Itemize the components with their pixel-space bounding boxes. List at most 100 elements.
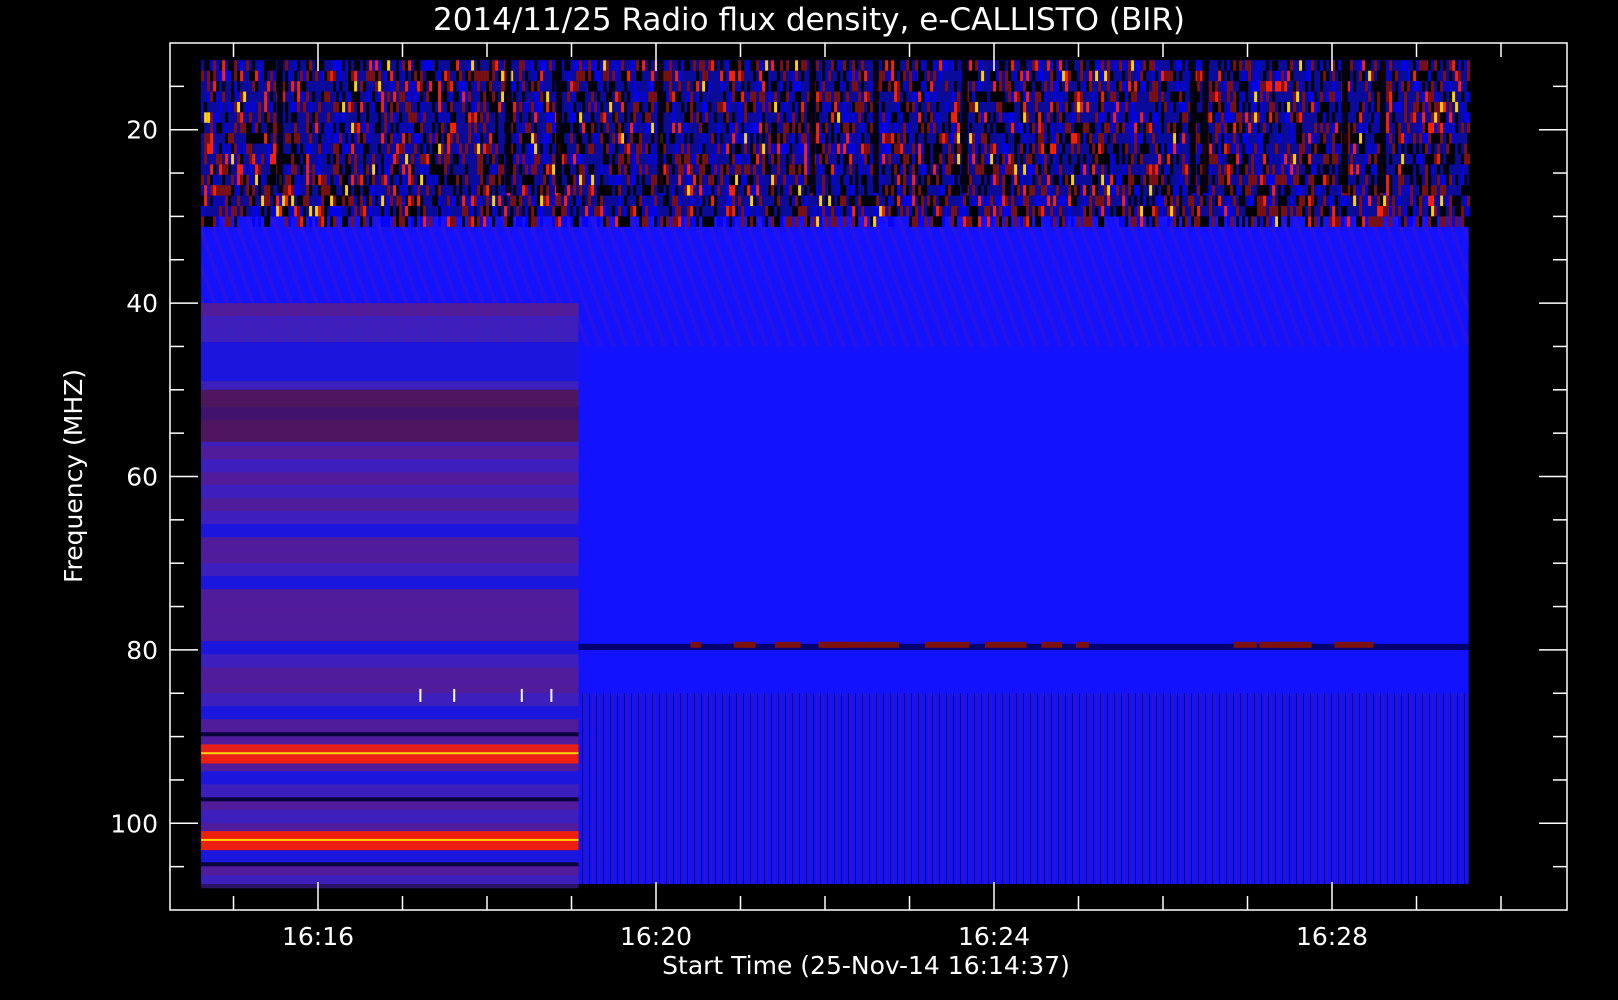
heatmap-cell xyxy=(1155,112,1159,123)
heatmap-cell xyxy=(936,174,940,186)
heatmap-cell xyxy=(648,153,652,165)
heatmap-cell xyxy=(654,205,658,217)
heatmap-cell xyxy=(732,122,736,134)
heatmap-cell xyxy=(1302,60,1306,71)
heatmap-cell xyxy=(957,122,961,134)
heatmap-cell xyxy=(1041,185,1045,196)
heatmap-cell xyxy=(939,205,943,217)
heatmap-cell xyxy=(828,91,832,102)
heatmap-cell xyxy=(771,81,775,92)
heatmap-cell xyxy=(489,70,493,82)
heatmap-cell xyxy=(1056,174,1060,186)
heatmap-cell xyxy=(891,112,895,123)
heatmap-cell xyxy=(396,153,400,165)
heatmap-cell xyxy=(1308,216,1312,227)
heatmap-cell xyxy=(435,185,439,196)
heatmap-cell xyxy=(1128,185,1132,196)
heatmap-cell xyxy=(1098,60,1102,71)
heatmap-cell xyxy=(939,164,943,175)
heatmap-cell xyxy=(1155,143,1159,154)
heatmap-cell xyxy=(750,122,754,134)
heatmap-cell xyxy=(498,101,502,113)
heatmap-cell xyxy=(624,143,628,154)
heatmap-cell xyxy=(1416,101,1420,113)
heatmap-cell xyxy=(1011,81,1015,92)
heatmap-cell xyxy=(1425,60,1429,71)
heatmap-cell xyxy=(615,205,619,217)
heatmap-cell xyxy=(858,91,862,102)
heatmap-cell xyxy=(750,91,754,102)
heatmap-cell xyxy=(1260,143,1264,154)
heatmap-cell xyxy=(1086,164,1090,175)
heatmap-cell xyxy=(945,164,949,175)
heatmap-cell xyxy=(600,81,604,92)
heatmap-cell xyxy=(1311,216,1315,227)
heatmap-cell xyxy=(1218,60,1222,71)
heatmap-cell xyxy=(315,70,319,82)
heatmap-cell xyxy=(882,153,886,165)
heatmap-cell xyxy=(1044,164,1048,175)
heatmap-cell xyxy=(792,122,796,134)
heatmap-cell xyxy=(1419,153,1423,165)
heatmap-cell xyxy=(1395,70,1399,82)
heatmap-cell xyxy=(417,101,421,113)
heatmap-cell xyxy=(219,101,223,113)
heatmap-cell xyxy=(714,143,718,154)
heatmap-cell xyxy=(831,122,835,134)
heatmap-cell xyxy=(1236,91,1240,102)
heatmap-cell xyxy=(831,205,835,217)
heatmap-cell xyxy=(255,174,259,186)
heatmap-cell xyxy=(396,164,400,175)
heatmap-cell xyxy=(240,101,244,113)
heatmap-cell xyxy=(690,195,694,206)
heatmap-cell xyxy=(408,101,412,113)
heatmap-cell xyxy=(666,185,670,196)
heatmap-cell xyxy=(312,174,316,186)
heatmap-cell xyxy=(294,164,298,175)
heatmap-cell xyxy=(768,133,772,144)
heatmap-cell xyxy=(903,195,907,206)
heatmap-cell xyxy=(540,81,544,92)
heatmap-cell xyxy=(267,122,271,134)
heatmap-cell xyxy=(831,60,835,71)
heatmap-cell xyxy=(330,205,334,217)
heatmap-cell xyxy=(837,133,841,144)
heatmap-cell xyxy=(1332,81,1336,92)
heatmap-cell xyxy=(1434,101,1438,113)
heatmap-cell xyxy=(219,185,223,196)
heatmap-cell xyxy=(852,185,856,196)
heatmap-cell xyxy=(954,164,958,175)
heatmap-cell xyxy=(969,153,973,165)
heatmap-cell xyxy=(762,112,766,123)
heatmap-cell xyxy=(897,133,901,144)
heatmap-cell xyxy=(1038,174,1042,186)
x-tick-label: 16:24 xyxy=(958,922,1030,951)
heatmap-cell xyxy=(930,216,934,227)
heatmap-cell xyxy=(651,70,655,82)
heatmap-cell xyxy=(1185,60,1189,71)
heatmap-cell xyxy=(1278,164,1282,175)
heatmap-cell xyxy=(906,122,910,134)
heatmap-cell xyxy=(495,91,499,102)
heatmap-cell xyxy=(1377,185,1381,196)
heatmap-cell xyxy=(585,205,589,217)
heatmap-cell xyxy=(1032,153,1036,165)
heatmap-cell xyxy=(1281,164,1285,175)
heatmap-cell xyxy=(1287,174,1291,186)
heatmap-cell xyxy=(729,81,733,92)
heatmap-cell xyxy=(1026,91,1030,102)
heatmap-cell xyxy=(624,81,628,92)
heatmap-cell xyxy=(1365,216,1369,227)
heatmap-cell xyxy=(1293,112,1297,123)
heatmap-cell xyxy=(915,133,919,144)
heatmap-cell xyxy=(1122,174,1126,186)
heatmap-cell xyxy=(1302,205,1306,217)
heatmap-cell xyxy=(1179,195,1183,206)
heatmap-cell xyxy=(642,216,646,227)
heatmap-cell xyxy=(663,133,667,144)
heatmap-cell xyxy=(240,60,244,71)
heatmap-cell xyxy=(741,174,745,186)
heatmap-cell xyxy=(207,70,211,82)
heatmap-cell xyxy=(753,70,757,82)
heatmap-cell xyxy=(603,153,607,165)
